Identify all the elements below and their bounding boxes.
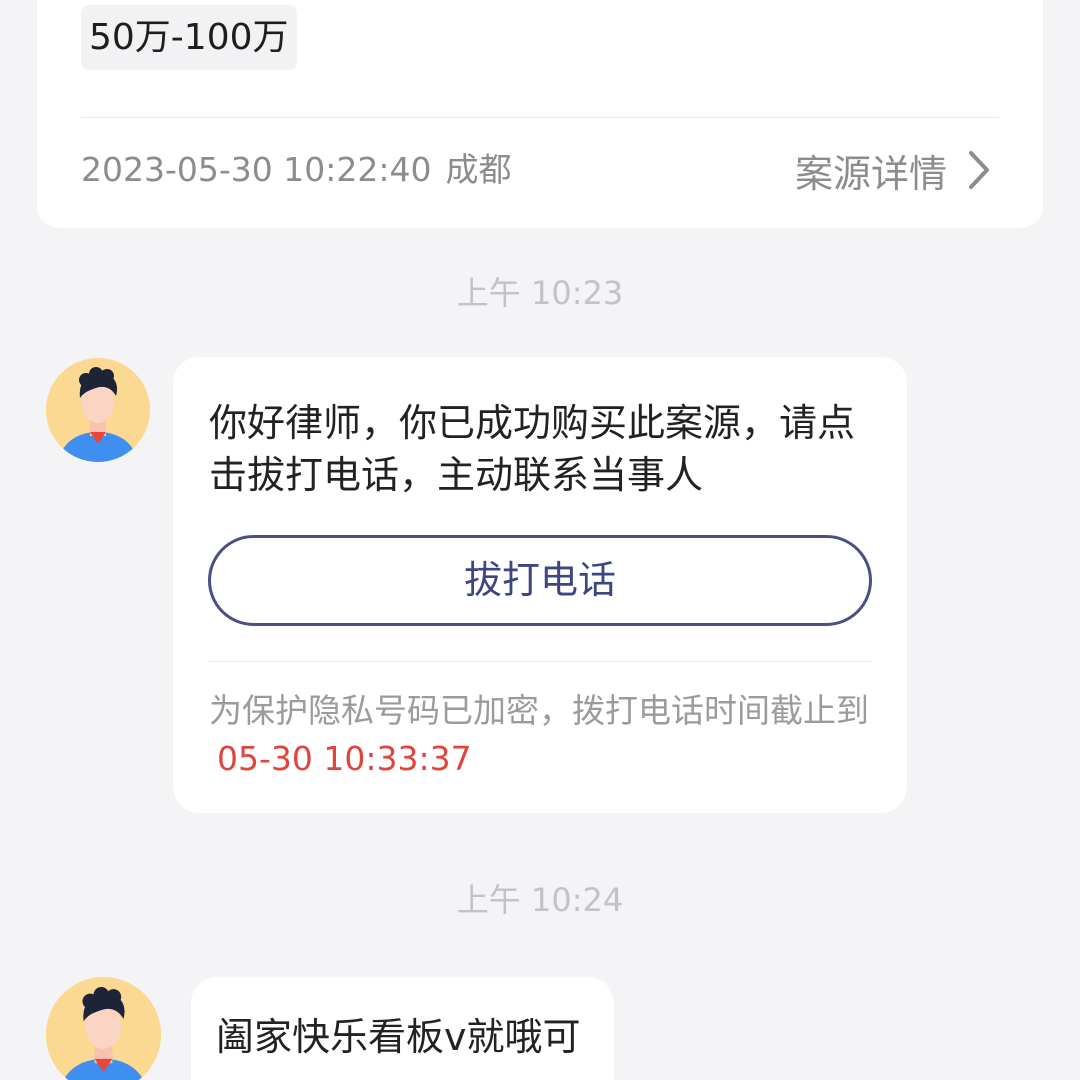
case-datetime: 2023-05-30 10:22:40 xyxy=(81,150,432,189)
avatar-icon xyxy=(46,358,150,462)
privacy-note-text: 为保护隐私号码已加密，拨打电话时间截止到 xyxy=(209,691,869,730)
case-detail-link[interactable]: 案源详情 xyxy=(795,143,991,197)
message-bubble: 阖家快乐看板v就哦可 xyxy=(191,977,614,1080)
avatar-icon xyxy=(46,977,161,1080)
bubble-divider xyxy=(208,661,872,662)
case-source-card[interactable]: 50万-100万 2023-05-30 10:22:40 成都 案源详情 xyxy=(37,0,1043,228)
case-city: 成都 xyxy=(445,150,512,189)
chevron-right-icon xyxy=(969,151,989,189)
chat-page: 50万-100万 2023-05-30 10:22:40 成都 案源详情 上午 1… xyxy=(0,0,1080,1080)
chat-timestamp: 上午 10:23 xyxy=(456,274,624,312)
privacy-note: 为保护隐私号码已加密，拨打电话时间截止到 05-30 10:33:37 xyxy=(209,687,873,783)
message-text: 阖家快乐看板v就哦可 xyxy=(216,1015,581,1059)
avatar[interactable] xyxy=(46,977,161,1080)
card-divider xyxy=(81,117,999,118)
case-meta: 2023-05-30 10:22:40 成都 xyxy=(81,145,511,195)
call-button[interactable]: 拔打电话 xyxy=(208,535,872,626)
case-detail-label: 案源详情 xyxy=(794,151,947,196)
chat-timestamp: 上午 10:24 xyxy=(456,881,624,919)
avatar[interactable] xyxy=(46,358,150,462)
amount-range-tag: 50万-100万 xyxy=(81,5,297,70)
call-deadline: 05-30 10:33:37 xyxy=(217,739,472,778)
message-bubble: 你好律师，你已成功购买此案源，请点击拔打电话，主动联系当事人 拔打电话 为保护隐… xyxy=(173,357,907,813)
message-text: 你好律师，你已成功购买此案源，请点击拔打电话，主动联系当事人 xyxy=(209,401,856,497)
